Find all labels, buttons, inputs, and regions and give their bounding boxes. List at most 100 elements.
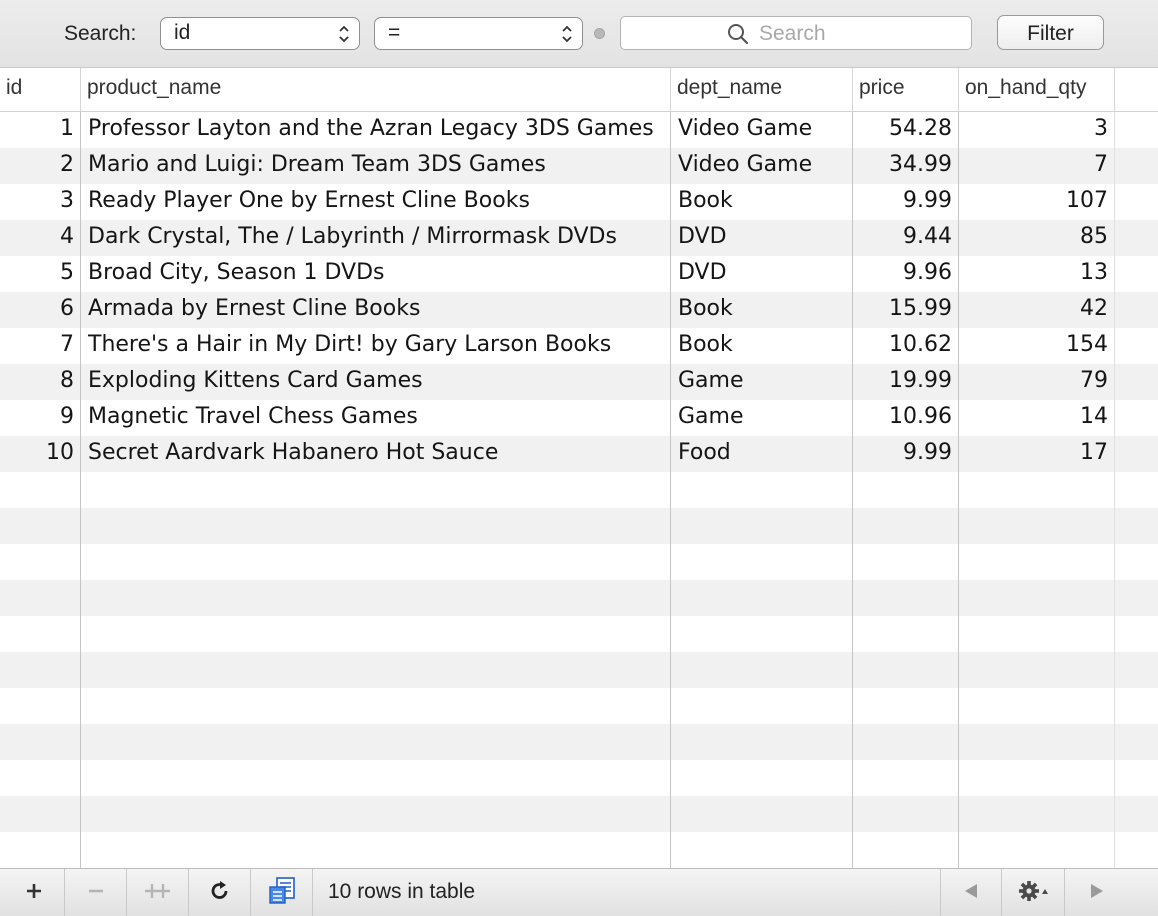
table-row[interactable]: 5 Broad City, Season 1 DVDs DVD 9.96 13 (0, 256, 1158, 292)
table-body: 1 Professor Layton and the Azran Legacy 3… (0, 112, 1158, 868)
column-header-price[interactable]: price (853, 68, 959, 111)
add-row-icon (25, 882, 43, 905)
search-icon (727, 23, 749, 50)
field-popup-value: id (174, 21, 191, 44)
previous-page-button[interactable] (940, 869, 1002, 916)
table-row[interactable]: 7 There's a Hair in My Dirt! by Gary Lars… (0, 328, 1158, 364)
chevron-updown-icon (560, 23, 574, 45)
duplicate-row-button[interactable] (127, 869, 189, 916)
operator-popup[interactable]: = (374, 17, 583, 50)
search-field[interactable] (620, 16, 972, 50)
row-stripe (0, 724, 1158, 760)
cell-on-hand-qty[interactable]: 85 (959, 220, 1108, 256)
remove-row-icon (87, 882, 105, 905)
duplicate-row-icon (144, 882, 171, 905)
table-info-icon (267, 876, 297, 911)
column-header-on-hand-qty[interactable]: on_hand_qty (959, 68, 1115, 111)
cell-dept-name[interactable]: Video Game (678, 148, 850, 184)
operator-popup-value: = (388, 21, 401, 44)
cell-price[interactable]: 10.96 (853, 400, 952, 436)
cell-on-hand-qty[interactable]: 42 (959, 292, 1108, 328)
table-info-button[interactable] (251, 869, 313, 916)
next-page-button[interactable] (1066, 869, 1128, 916)
chevron-updown-icon (337, 23, 351, 45)
cell-price[interactable]: 34.99 (853, 148, 952, 184)
refresh-button[interactable] (189, 869, 251, 916)
field-popup[interactable]: id (160, 17, 360, 50)
cell-id[interactable]: 9 (0, 400, 74, 436)
cell-product-name[interactable]: Professor Layton and the Azran Legacy 3D… (88, 112, 668, 148)
cell-dept-name[interactable]: Game (678, 364, 850, 400)
settings-menu-button[interactable] (1003, 869, 1065, 916)
cell-id[interactable]: 2 (0, 148, 74, 184)
cell-dept-name[interactable]: Book (678, 328, 850, 364)
cell-id[interactable]: 5 (0, 256, 74, 292)
column-header-dept-name[interactable]: dept_name (671, 68, 853, 111)
cell-id[interactable]: 1 (0, 112, 74, 148)
table-row[interactable]: 8 Exploding Kittens Card Games Game 19.99 79 (0, 364, 1158, 400)
cell-on-hand-qty[interactable]: 154 (959, 328, 1108, 364)
table-row[interactable]: 3 Ready Player One by Ernest Cline Books B… (0, 184, 1158, 220)
row-stripe (0, 796, 1158, 832)
gear-icon (1018, 880, 1050, 907)
cell-on-hand-qty[interactable]: 7 (959, 148, 1108, 184)
cell-product-name[interactable]: Armada by Ernest Cline Books (88, 292, 668, 328)
status-dot-icon (594, 28, 605, 39)
table-row[interactable]: 2 Mario and Luigi: Dream Team 3DS Games Vi… (0, 148, 1158, 184)
table-row[interactable]: 4 Dark Crystal, The / Labyrinth / Mirrorm… (0, 220, 1158, 256)
cell-dept-name[interactable]: Food (678, 436, 850, 472)
cell-product-name[interactable]: Mario and Luigi: Dream Team 3DS Games (88, 148, 668, 184)
cell-product-name[interactable]: Ready Player One by Ernest Cline Books (88, 184, 668, 220)
cell-price[interactable]: 9.96 (853, 256, 952, 292)
column-header-product-name[interactable]: product_name (81, 68, 671, 111)
cell-dept-name[interactable]: Book (678, 184, 850, 220)
table-row[interactable]: 1 Professor Layton and the Azran Legacy 3… (0, 112, 1158, 148)
cell-product-name[interactable]: Magnetic Travel Chess Games (88, 400, 668, 436)
cell-product-name[interactable]: There's a Hair in My Dirt! by Gary Larso… (88, 328, 668, 364)
table-row[interactable]: 9 Magnetic Travel Chess Games Game 10.96 14 (0, 400, 1158, 436)
cell-product-name[interactable]: Dark Crystal, The / Labyrinth / Mirrorma… (88, 220, 668, 256)
table-row[interactable]: 6 Armada by Ernest Cline Books Book 15.99 42 (0, 292, 1158, 328)
next-page-icon (1089, 882, 1105, 905)
cell-id[interactable]: 10 (0, 436, 74, 472)
cell-id[interactable]: 3 (0, 184, 74, 220)
bottom-toolbar: 10 rows in table (0, 868, 1158, 916)
cell-id[interactable]: 7 (0, 328, 74, 364)
search-input[interactable] (759, 21, 959, 47)
cell-dept-name[interactable]: DVD (678, 256, 850, 292)
cell-price[interactable]: 9.99 (853, 436, 952, 472)
cell-on-hand-qty[interactable]: 17 (959, 436, 1108, 472)
cell-price[interactable]: 19.99 (853, 364, 952, 400)
filter-button[interactable]: Filter (997, 15, 1104, 50)
cell-dept-name[interactable]: Video Game (678, 112, 850, 148)
cell-dept-name[interactable]: Book (678, 292, 850, 328)
cell-on-hand-qty[interactable]: 79 (959, 364, 1108, 400)
row-stripe (0, 508, 1158, 544)
cell-product-name[interactable]: Broad City, Season 1 DVDs (88, 256, 668, 292)
row-stripe (0, 652, 1158, 688)
cell-on-hand-qty[interactable]: 13 (959, 256, 1108, 292)
cell-price[interactable]: 9.44 (853, 220, 952, 256)
cell-dept-name[interactable]: DVD (678, 220, 850, 256)
cell-on-hand-qty[interactable]: 107 (959, 184, 1108, 220)
cell-id[interactable]: 6 (0, 292, 74, 328)
cell-id[interactable]: 4 (0, 220, 74, 256)
cell-price[interactable]: 15.99 (853, 292, 952, 328)
remove-row-button[interactable] (65, 869, 127, 916)
cell-product-name[interactable]: Secret Aardvark Habanero Hot Sauce (88, 436, 668, 472)
filter-toolbar: Search: id = Filter (0, 0, 1158, 68)
cell-on-hand-qty[interactable]: 3 (959, 112, 1108, 148)
cell-id[interactable]: 8 (0, 364, 74, 400)
search-label: Search: (64, 22, 137, 45)
table-row[interactable]: 10 Secret Aardvark Habanero Hot Sauce Food… (0, 436, 1158, 472)
cell-price[interactable]: 9.99 (853, 184, 952, 220)
cell-price[interactable]: 10.62 (853, 328, 952, 364)
cell-on-hand-qty[interactable]: 14 (959, 400, 1108, 436)
add-row-button[interactable] (3, 869, 65, 916)
cell-price[interactable]: 54.28 (853, 112, 952, 148)
column-header-id[interactable]: id (0, 68, 81, 111)
row-stripe (0, 580, 1158, 616)
cell-dept-name[interactable]: Game (678, 400, 850, 436)
cell-product-name[interactable]: Exploding Kittens Card Games (88, 364, 668, 400)
table-header: id product_name dept_name price on_hand_… (0, 68, 1158, 112)
